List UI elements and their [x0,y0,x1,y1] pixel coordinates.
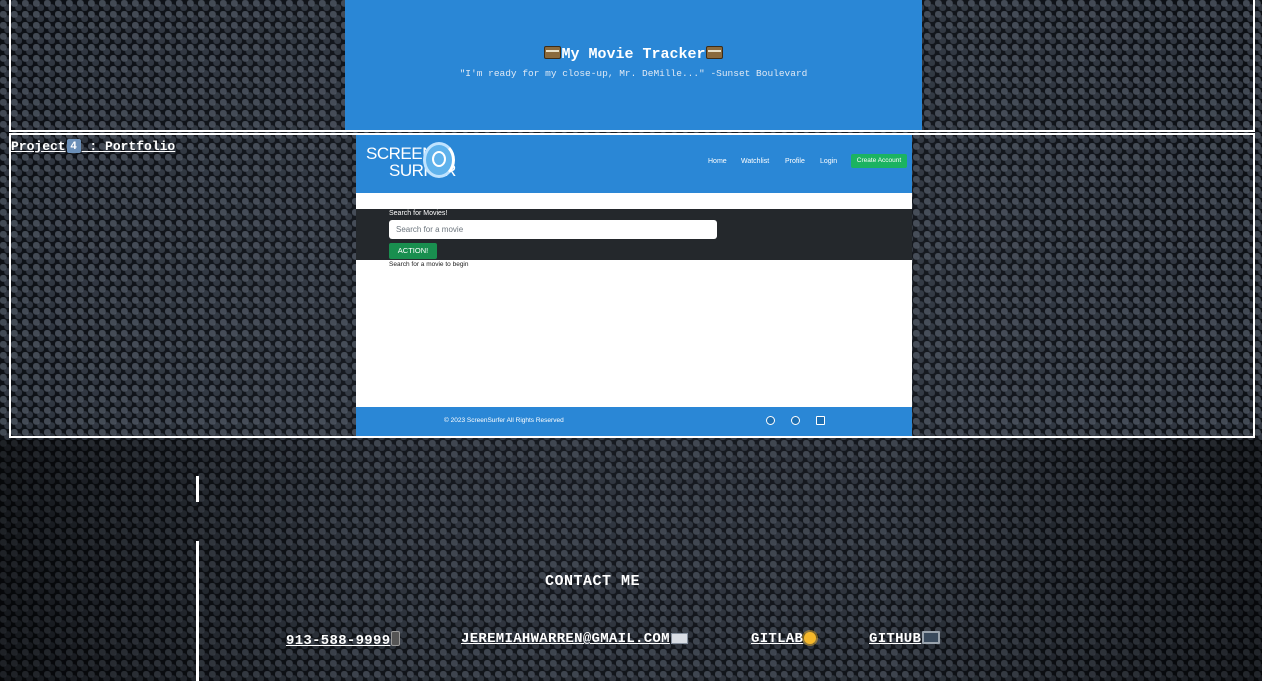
project-card-movie-tracker: My Movie Tracker "I'm ready for my close… [9,0,1255,132]
email-link[interactable]: JEREMIAHWARREN@GMAIL.COM [461,631,688,647]
github-icon [791,416,800,425]
divider-line [196,541,199,681]
screenshot-navbar: SCREEN SURFER Home Watchlist Profile Log… [356,135,912,193]
contact-heading: CONTACT ME [545,573,641,590]
gitlab-link[interactable]: GITLAB [751,631,817,647]
nav-watchlist: Watchlist [741,158,770,165]
search-hint: Search for a movie to begin [389,261,469,268]
nav-home: Home [708,158,727,165]
search-input: Search for a movie [389,220,717,239]
film-box-icon [544,46,562,59]
screen-surfer-screenshot[interactable]: SCREEN SURFER Home Watchlist Profile Log… [356,135,912,436]
wave-logo-icon [423,142,455,178]
linkedin-icon [816,416,825,425]
sun-icon [804,632,817,644]
play-icon [766,416,775,425]
divider-line [196,476,199,502]
nav-profile: Profile [785,158,805,165]
copyright-text: © 2023 ScreenSurfer All Rights Reserved [444,417,564,424]
project-card-portfolio: Project 4 : Portfolio SCREEN SURFER Home … [9,133,1255,438]
action-button: ACTION! [389,243,437,259]
tracker-title: My Movie Tracker [345,46,922,63]
screenshot-footer: © 2023 ScreenSurfer All Rights Reserved [356,407,912,436]
github-link[interactable]: GITHUB [869,631,941,647]
movie-tracker-screenshot[interactable]: My Movie Tracker "I'm ready for my close… [345,0,922,130]
computer-icon [922,631,941,644]
create-account-button: Create Account [851,154,907,168]
tracker-quote: "I'm ready for my close-up, Mr. DeMille.… [459,68,808,79]
nav-login: Login [820,158,838,165]
phone-link[interactable]: 913-588-9999 [286,631,401,649]
phone-icon [391,631,401,646]
number-4-icon: 4 [66,139,81,153]
film-box-icon [705,46,723,59]
screenshot-search-bar: Search for Movies! Search for a movie AC… [356,209,912,260]
email-icon [670,633,688,644]
project-4-link[interactable]: Project 4 : Portfolio [11,139,175,154]
search-label: Search for Movies! [389,210,448,217]
